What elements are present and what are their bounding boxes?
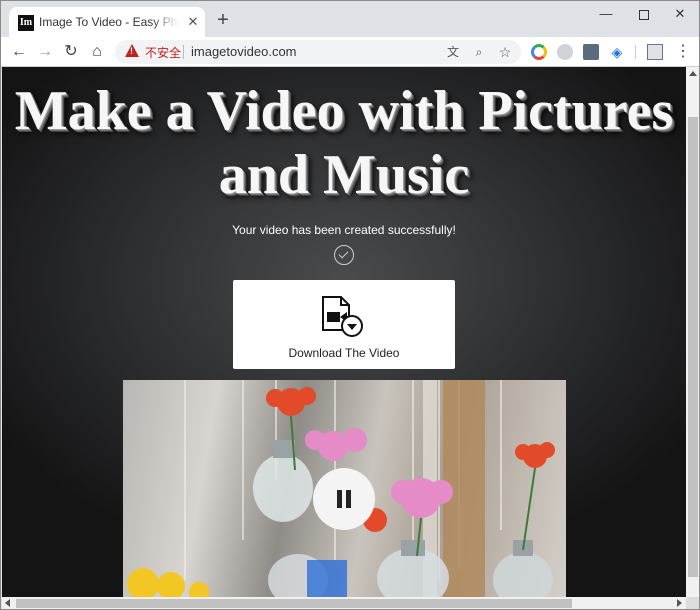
- tab-title: Image To Video - Easy Photo to Video Mak…: [39, 15, 179, 29]
- headline-line-1: Make a Video with Pictures: [14, 80, 674, 142]
- warning-icon[interactable]: [125, 44, 139, 57]
- scroll-left-icon[interactable]: [5, 599, 10, 607]
- tab-strip: Im Image To Video - Easy Photo to Video …: [1, 1, 699, 37]
- browser-window: Im Image To Video - Easy Photo to Video …: [0, 0, 700, 610]
- vertical-scrollbar[interactable]: [686, 67, 699, 597]
- url-text[interactable]: imagetovideo.com: [191, 44, 297, 59]
- scroll-up-icon[interactable]: [689, 71, 697, 76]
- tab-image-to-video[interactable]: Im Image To Video - Easy Photo to Video …: [9, 7, 205, 37]
- home-button[interactable]: ⌂: [87, 42, 107, 62]
- bookmark-star-icon[interactable]: ☆: [497, 43, 513, 61]
- extension-gray-circle-icon[interactable]: [557, 44, 573, 60]
- translate-icon[interactable]: 文: [445, 43, 461, 61]
- browser-toolbar: ← → ↻ ⌂ 不安全 imagetovideo.com 文 ⌕ ☆ ◈ ⋮: [1, 37, 699, 67]
- browser-menu-button[interactable]: ⋮: [675, 42, 691, 62]
- security-label[interactable]: 不安全: [145, 44, 181, 61]
- extension-layers-icon[interactable]: ◈: [609, 44, 625, 60]
- extension-color-wheel-icon[interactable]: [531, 44, 547, 60]
- video-file-download-icon: [322, 296, 363, 337]
- minimize-button[interactable]: —: [591, 5, 621, 23]
- download-video-button[interactable]: Download The Video: [233, 280, 455, 369]
- page-viewport: Make a Video with Pictures and Music You…: [2, 67, 686, 597]
- page-headline: Make a Video with Pictures and Music: [2, 79, 686, 207]
- extension-screen-icon[interactable]: [583, 44, 599, 60]
- horizontal-scroll-thumb[interactable]: [16, 599, 572, 608]
- scroll-right-icon[interactable]: [677, 599, 682, 607]
- extension-window-icon[interactable]: [647, 44, 663, 60]
- horizontal-scrollbar[interactable]: [2, 597, 686, 609]
- close-window-button[interactable]: ✕: [665, 5, 695, 23]
- video-player[interactable]: [123, 380, 566, 597]
- address-separator: [183, 45, 184, 59]
- forward-button[interactable]: →: [35, 42, 55, 62]
- vertical-scroll-thumb[interactable]: [688, 117, 698, 577]
- toolbar-separator: [635, 45, 636, 59]
- maximize-button[interactable]: [629, 5, 659, 23]
- reload-button[interactable]: ↻: [61, 42, 81, 62]
- new-tab-button[interactable]: +: [213, 10, 233, 30]
- site-favicon-icon: Im: [18, 15, 34, 31]
- back-button[interactable]: ←: [9, 42, 29, 62]
- pause-button[interactable]: [313, 468, 375, 530]
- success-message: Your video has been created successfully…: [232, 223, 456, 237]
- tab-close-icon[interactable]: ✕: [185, 14, 201, 30]
- headline-line-2: and Music: [218, 144, 470, 206]
- check-circle-icon: [334, 245, 354, 265]
- download-label: Download The Video: [288, 346, 400, 360]
- maximize-icon: [639, 9, 649, 20]
- scrollbar-corner: [686, 597, 699, 609]
- address-bar[interactable]: 不安全 imagetovideo.com 文 ⌕ ☆: [115, 40, 521, 64]
- zoom-icon[interactable]: ⌕: [471, 43, 487, 61]
